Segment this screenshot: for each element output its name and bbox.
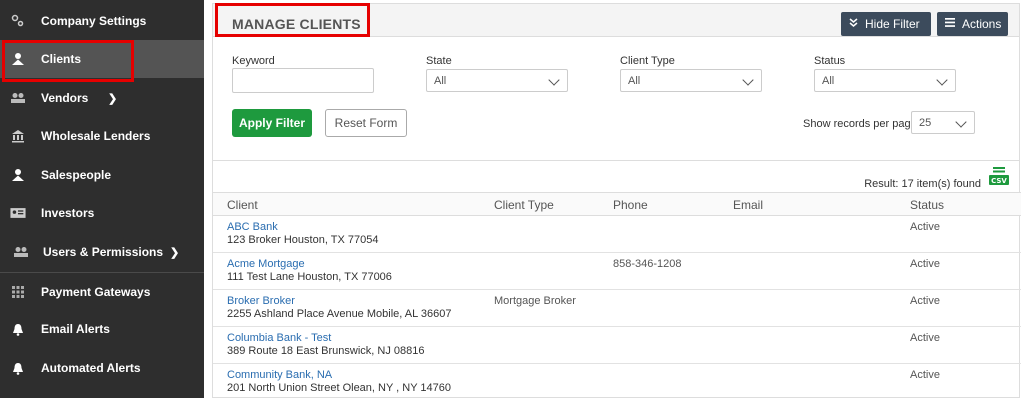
chevron-down-icon bbox=[936, 74, 948, 86]
column-header-email: Email bbox=[733, 198, 764, 212]
bank-icon bbox=[10, 128, 26, 144]
table-row: Columbia Bank - Test 389 Route 18 East B… bbox=[213, 327, 1021, 364]
menu-icon bbox=[945, 18, 955, 30]
sidebar-item-automated-alerts[interactable]: Automated Alerts bbox=[0, 349, 204, 387]
sidebar-item-label: Email Alerts bbox=[41, 322, 110, 336]
users-icon bbox=[10, 90, 26, 106]
bell-icon bbox=[10, 321, 26, 337]
client-name-link[interactable]: Community Bank, NA bbox=[227, 369, 332, 381]
sidebar-item-investors[interactable]: Investors bbox=[0, 194, 204, 232]
client-type-value: All bbox=[628, 74, 641, 87]
bell-icon bbox=[10, 360, 26, 376]
keyword-input[interactable] bbox=[232, 68, 374, 93]
sidebar-item-label: Users & Permissions bbox=[43, 245, 164, 259]
user-icon bbox=[10, 167, 26, 183]
client-address: 2255 Ashland Place Avenue Mobile, AL 366… bbox=[227, 308, 452, 320]
hide-filter-button[interactable]: Hide Filter bbox=[841, 12, 931, 36]
actions-button[interactable]: Actions bbox=[937, 12, 1008, 36]
sidebar-item-label: Investors bbox=[41, 206, 95, 220]
chevron-right-icon: ❯ bbox=[170, 246, 180, 259]
sidebar-item-label: Automated Alerts bbox=[41, 361, 141, 375]
sidebar: Company Settings Clients Vendors ❯ Whole… bbox=[0, 0, 204, 398]
sidebar-item-payment-gateways[interactable]: Payment Gateways bbox=[0, 273, 204, 311]
client-address: 201 North Union Street Olean, NY , NY 14… bbox=[227, 382, 452, 394]
sidebar-item-label: Payment Gateways bbox=[41, 285, 151, 299]
client-type-label: Client Type bbox=[620, 55, 675, 67]
status-cell: Active bbox=[910, 258, 940, 270]
table-row: ABC Bank 123 Broker Houston, TX 77054 Ac… bbox=[213, 216, 1021, 253]
client-name-link[interactable]: Broker Broker bbox=[227, 295, 295, 307]
sidebar-item-label: Wholesale Lenders bbox=[41, 129, 151, 143]
chevron-down-icon bbox=[955, 116, 967, 128]
csv-export-icon[interactable]: CSV bbox=[989, 167, 1009, 189]
sidebar-item-users-permissions[interactable]: Users & Permissions ❯ bbox=[0, 233, 204, 271]
client-address: 389 Route 18 East Brunswick, NJ 08816 bbox=[227, 345, 425, 357]
state-label: State bbox=[426, 55, 452, 67]
apply-filter-button[interactable]: Apply Filter bbox=[232, 109, 312, 137]
keyword-label: Keyword bbox=[232, 55, 275, 67]
users-icon bbox=[13, 244, 29, 260]
records-per-page-select[interactable]: 25 bbox=[911, 111, 975, 134]
table-row: Community Bank, NA 201 North Union Stree… bbox=[213, 364, 1021, 398]
state-value: All bbox=[434, 74, 447, 87]
client-name-link[interactable]: ABC Bank bbox=[227, 221, 278, 233]
column-header-client-type: Client Type bbox=[494, 198, 554, 212]
client-address: 123 Broker Houston, TX 77054 bbox=[227, 234, 379, 246]
sidebar-item-salespeople[interactable]: Salespeople bbox=[0, 156, 204, 194]
sidebar-item-wholesale-lenders[interactable]: Wholesale Lenders bbox=[0, 117, 204, 155]
sidebar-item-label: Vendors bbox=[41, 91, 89, 105]
status-value: All bbox=[822, 74, 835, 87]
svg-text:CSV: CSV bbox=[991, 177, 1007, 185]
status-cell: Active bbox=[910, 221, 940, 233]
actions-label: Actions bbox=[962, 17, 1002, 31]
status-cell: Active bbox=[910, 369, 940, 381]
records-per-page-label: Show records per page bbox=[803, 118, 917, 130]
table-row: Broker Broker 2255 Ashland Place Avenue … bbox=[213, 290, 1021, 327]
phone-cell: 858-346-1208 bbox=[613, 258, 682, 270]
client-name-link[interactable]: Acme Mortgage bbox=[227, 258, 305, 270]
highlight-box-title bbox=[215, 3, 370, 37]
client-type-cell: Mortgage Broker bbox=[494, 295, 576, 307]
column-header-status: Status bbox=[910, 198, 945, 212]
sidebar-item-label: Salespeople bbox=[41, 168, 112, 182]
sidebar-item-vendors[interactable]: Vendors ❯ bbox=[0, 79, 204, 117]
column-header-phone: Phone bbox=[613, 198, 648, 212]
table-header: Client Client Type Phone Email Status bbox=[213, 192, 1021, 216]
status-label: Status bbox=[814, 55, 846, 67]
chevron-down-icon bbox=[742, 74, 754, 86]
hide-filter-label: Hide Filter bbox=[865, 17, 920, 31]
main-content: MANAGE CLIENTS Hide Filter Actions Keywo… bbox=[204, 0, 1024, 398]
sidebar-item-company-settings[interactable]: Company Settings bbox=[0, 2, 204, 40]
chevron-down-icon bbox=[548, 74, 560, 86]
reset-form-button[interactable]: Reset Form bbox=[325, 109, 407, 137]
chevron-right-icon: ❯ bbox=[108, 92, 118, 105]
results-panel: Result: 17 item(s) found CSV Client Clie… bbox=[212, 161, 1021, 398]
id-card-icon bbox=[10, 205, 26, 221]
status-select[interactable]: All bbox=[814, 69, 956, 92]
state-select[interactable]: All bbox=[426, 69, 568, 92]
status-cell: Active bbox=[910, 295, 940, 307]
grid-icon bbox=[10, 284, 26, 300]
sidebar-item-label: Company Settings bbox=[41, 14, 147, 28]
client-type-select[interactable]: All bbox=[620, 69, 762, 92]
client-name-link[interactable]: Columbia Bank - Test bbox=[227, 332, 331, 344]
filter-panel: Keyword State All Client Type All Status… bbox=[212, 37, 1020, 161]
table-row: Acme Mortgage 111 Test Lane Houston, TX … bbox=[213, 253, 1021, 290]
sidebar-item-email-alerts[interactable]: Email Alerts bbox=[0, 310, 204, 348]
gears-icon bbox=[10, 13, 26, 29]
highlight-box-clients bbox=[2, 40, 134, 82]
chevron-double-down-icon bbox=[849, 17, 858, 31]
client-address: 111 Test Lane Houston, TX 77006 bbox=[227, 271, 392, 283]
status-cell: Active bbox=[910, 332, 940, 344]
column-header-client: Client bbox=[227, 198, 258, 212]
records-per-page-value: 25 bbox=[919, 116, 932, 129]
result-count: Result: 17 item(s) found bbox=[864, 178, 981, 190]
